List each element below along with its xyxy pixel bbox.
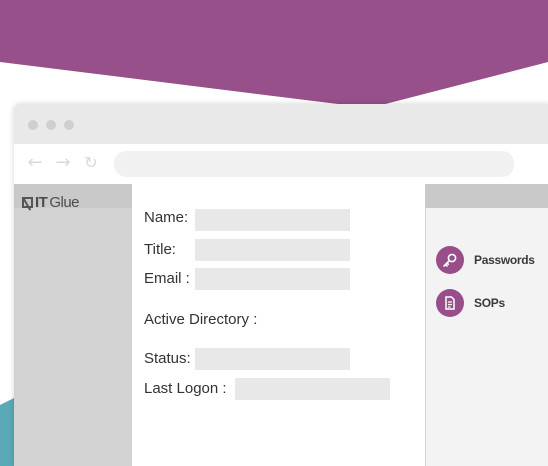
name-field[interactable]: [195, 209, 350, 231]
window-dot-maximize[interactable]: [64, 120, 74, 130]
reload-icon[interactable]: ↻: [82, 153, 100, 173]
top-banner: [0, 0, 548, 108]
logo-text: Glue: [49, 193, 80, 211]
sidebar-item-passwords[interactable]: Passwords: [436, 246, 535, 274]
active-directory-label: Active Directory :: [144, 311, 258, 328]
window-dot-minimize[interactable]: [46, 120, 56, 130]
right-panel: Passwords SOPs: [426, 208, 548, 466]
itglue-logo: IT Glue: [22, 192, 80, 212]
browser-window: ← → ↻ IT Glue Name: Title: Email : Active…: [14, 104, 548, 466]
browser-titlebar: [14, 104, 548, 144]
contact-card: Name: Title: Email : Active Directory : …: [132, 184, 425, 466]
back-arrow-icon[interactable]: ←: [26, 153, 44, 173]
key-icon: [436, 246, 464, 274]
status-field[interactable]: [195, 348, 350, 370]
address-bar[interactable]: [114, 151, 514, 177]
window-dot-close[interactable]: [28, 120, 38, 130]
sidebar-item-label: Passwords: [474, 253, 535, 267]
logo-mark-icon: [22, 196, 33, 208]
name-label: Name:: [144, 209, 189, 226]
document-icon: [436, 289, 464, 317]
sidebar-item-label: SOPs: [474, 296, 505, 310]
sidebar-item-sops[interactable]: SOPs: [436, 289, 505, 317]
email-field[interactable]: [195, 268, 350, 290]
logo-text-bold: IT: [35, 193, 48, 211]
email-label: Email :: [144, 270, 190, 287]
title-field[interactable]: [195, 239, 350, 261]
status-label: Status:: [144, 350, 191, 367]
last-logon-label: Last Logon :: [144, 380, 227, 397]
forward-arrow-icon[interactable]: →: [54, 153, 72, 173]
title-label: Title:: [144, 241, 176, 258]
last-logon-field[interactable]: [235, 378, 390, 400]
card-tab: [136, 178, 422, 188]
app-area: IT Glue Name: Title: Email : Active Direc…: [14, 178, 548, 466]
